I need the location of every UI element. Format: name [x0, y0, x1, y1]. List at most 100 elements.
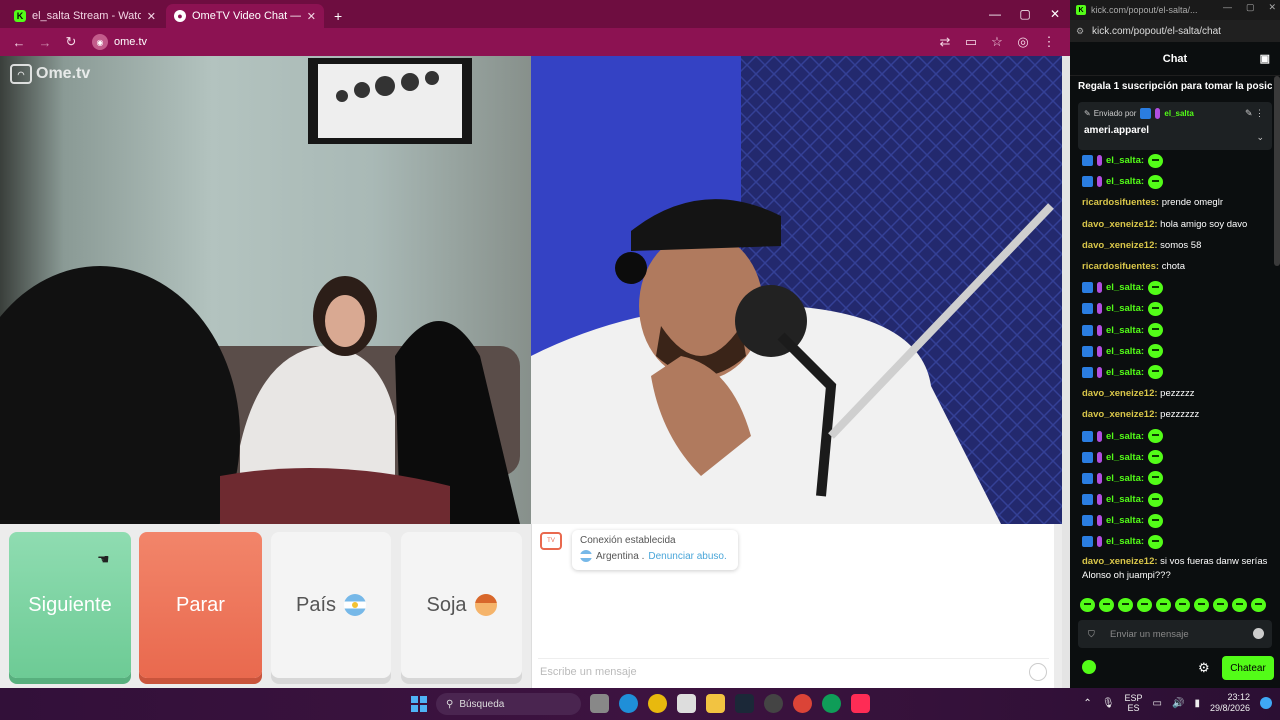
stop-button[interactable]: Parar — [139, 532, 262, 678]
emote-icon[interactable] — [1194, 598, 1209, 612]
chrome-icon[interactable] — [822, 694, 841, 713]
battery-icon[interactable]: ▮ — [1194, 698, 1200, 709]
chat-scrollbar[interactable] — [1274, 76, 1280, 266]
emoji-icon[interactable] — [1029, 663, 1047, 681]
emote-icon[interactable] — [1156, 598, 1171, 612]
bookmark-star-icon[interactable]: ☆ — [986, 31, 1008, 53]
chat-username[interactable]: el_salta — [1106, 346, 1141, 357]
kick-chat-window: K kick.com/popout/el-salta/... — ▢ ✕ ⚙ k… — [1070, 0, 1280, 688]
chevron-down-icon[interactable]: ⌄ — [1256, 132, 1264, 143]
sent-by-user[interactable]: el_salta — [1164, 109, 1193, 118]
close-tab-icon[interactable]: ✕ — [307, 10, 316, 23]
report-abuse-link[interactable]: Denunciar abuso. — [648, 551, 726, 562]
menu-dots-icon[interactable]: ⋮ — [1038, 31, 1060, 53]
chat-username[interactable]: el_salta — [1106, 155, 1141, 166]
emote-icon[interactable] — [1251, 598, 1266, 612]
chrome-icon[interactable] — [648, 694, 667, 713]
clock[interactable]: 23:12 29/8/2026 — [1210, 692, 1250, 714]
chat-username[interactable]: el_salta — [1106, 536, 1141, 547]
new-tab-button[interactable]: + — [326, 4, 350, 28]
minimize-button[interactable]: — — [1223, 2, 1232, 13]
page-scrollbar[interactable] — [1062, 56, 1070, 688]
chat-username[interactable]: davo_xeneize12 — [1082, 556, 1154, 567]
maximize-button[interactable]: ▢ — [1246, 2, 1255, 13]
mic-badge-icon — [1097, 515, 1102, 527]
emote-icon[interactable] — [1232, 598, 1247, 612]
country-button[interactable]: País — [271, 532, 391, 678]
emote-icon[interactable] — [1175, 598, 1190, 612]
chat-input[interactable]: ⛉ Enviar un mensaje — [1078, 620, 1272, 648]
maximize-button[interactable]: ▢ — [1010, 0, 1040, 28]
chat-username[interactable]: davo_xeneize12 — [1082, 240, 1154, 251]
reload-icon[interactable]: ↻ — [60, 31, 82, 53]
site-info-icon[interactable]: ◉ — [92, 34, 108, 50]
forward-arrow-icon[interactable]: → — [34, 31, 56, 53]
chat-username[interactable]: el_salta — [1106, 303, 1141, 314]
pinned-options-icon[interactable]: ✎ ⋮ — [1245, 108, 1264, 119]
gender-button[interactable]: Soja — [401, 532, 522, 678]
tab-ometv[interactable]: ● OmeTV Video Chat — Alte ✕ — [166, 4, 324, 28]
tab-kick-stream[interactable]: K el_salta Stream - Watch Live on ✕ — [6, 4, 164, 28]
file-explorer-icon[interactable] — [706, 694, 725, 713]
close-window-button[interactable]: ✕ — [1268, 2, 1276, 13]
ometv-icon: ● — [174, 10, 186, 22]
next-button[interactable]: Siguiente — [9, 532, 131, 678]
message-input[interactable]: Escribe un mensaje — [538, 658, 1049, 684]
language-indicator[interactable]: ESP ES — [1125, 693, 1143, 713]
steam-icon[interactable] — [735, 694, 754, 713]
chat-username[interactable]: el_salta — [1106, 176, 1141, 187]
emote-icon[interactable] — [1099, 598, 1114, 612]
chat-username[interactable]: ricardosifuentes — [1082, 197, 1156, 208]
emoji-icon[interactable] — [1253, 628, 1264, 639]
chat-footer: ⚙ Chatear — [1078, 656, 1274, 680]
tiktok-icon[interactable] — [851, 694, 870, 713]
gear-icon[interactable]: ⚙ — [1198, 660, 1212, 675]
obs-icon[interactable] — [764, 694, 783, 713]
chat-username[interactable]: el_salta — [1106, 494, 1141, 505]
cast-icon[interactable]: ▭ — [960, 31, 982, 53]
chat-username[interactable]: davo_xeneize12 — [1082, 409, 1154, 420]
desktop: K el_salta Stream - Watch Live on ✕ ● Om… — [0, 0, 1280, 720]
kick-address-bar[interactable]: ⚙ kick.com/popout/el-salta/chat — [1070, 20, 1280, 42]
chevron-up-icon[interactable]: ⌃ — [1083, 698, 1091, 709]
chat-username[interactable]: davo_xeneize12 — [1082, 219, 1154, 230]
emote-icon[interactable] — [1213, 598, 1228, 612]
close-window-button[interactable]: ✕ — [1040, 0, 1070, 28]
chat-username[interactable]: el_salta — [1106, 367, 1141, 378]
send-chat-button[interactable]: Chatear — [1222, 656, 1274, 680]
notification-icon[interactable] — [1260, 697, 1272, 709]
volume-icon[interactable]: 🔊 — [1172, 698, 1184, 709]
chat-username[interactable]: davo_xeneize12 — [1082, 388, 1154, 399]
chat-username[interactable]: el_salta — [1106, 431, 1141, 442]
chat-username[interactable]: el_salta — [1106, 452, 1141, 463]
back-arrow-icon[interactable]: ← — [8, 31, 30, 53]
shield-icon: ⛉ — [1088, 629, 1095, 639]
chat-username[interactable]: el_salta — [1106, 325, 1141, 336]
chat-message: davo_xeneize12: pezzzzz — [1082, 383, 1270, 404]
emote-icon[interactable] — [1080, 598, 1095, 612]
emote-icon[interactable] — [1118, 598, 1133, 612]
close-tab-icon[interactable]: ✕ — [147, 10, 156, 23]
network-icon[interactable]: ▭ — [1153, 698, 1162, 709]
edge-icon[interactable] — [619, 694, 638, 713]
chat-header: Chat ▣ — [1070, 42, 1280, 76]
taskbar-search[interactable]: ⚲ Búsqueda — [436, 693, 581, 715]
address-bar[interactable]: ◉ ome.tv — [92, 31, 147, 53]
chat-username[interactable]: el_salta — [1106, 515, 1141, 526]
windows-start-icon[interactable] — [411, 696, 427, 712]
chat-username[interactable]: ricardosifuentes — [1082, 261, 1156, 272]
chrome-icon[interactable] — [793, 694, 812, 713]
gift-subscription-banner[interactable]: Regala 1 suscripción para tomar la posic… — [1078, 78, 1272, 96]
chat-username[interactable]: el_salta — [1106, 473, 1141, 484]
chat-settings-icon[interactable]: ▣ — [1260, 52, 1270, 65]
translate-icon[interactable]: ⇄ — [934, 31, 956, 53]
emote-icon[interactable] — [1137, 598, 1152, 612]
microphone-icon[interactable]: 🎙 — [1102, 698, 1115, 709]
task-view-icon[interactable] — [590, 694, 609, 713]
store-icon[interactable] — [677, 694, 696, 713]
site-info-icon[interactable]: ⚙ — [1076, 26, 1086, 36]
mic-badge-icon — [1097, 282, 1102, 294]
chat-username[interactable]: el_salta — [1106, 282, 1141, 293]
minimize-button[interactable]: — — [980, 0, 1010, 28]
profile-icon[interactable]: ◎ — [1012, 31, 1034, 53]
